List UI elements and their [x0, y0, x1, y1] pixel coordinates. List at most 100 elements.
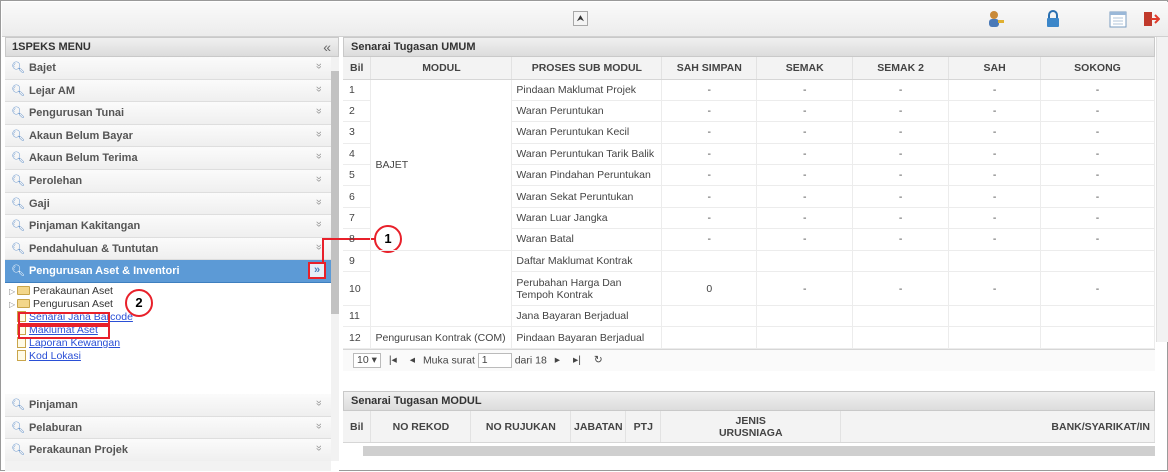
- cell-sah-simpan: -: [661, 228, 758, 251]
- lock-icon[interactable]: [1044, 10, 1062, 28]
- cell-sokong: [1040, 305, 1155, 328]
- cell-semak: -: [756, 185, 854, 208]
- sidebar-item-perakaunan-projek[interactable]: 🔍︎ Perakaunan Projek «: [5, 439, 331, 462]
- next-page-icon[interactable]: ▸: [555, 354, 560, 366]
- page-input[interactable]: 1: [477, 352, 512, 368]
- logout-icon[interactable]: [1142, 10, 1160, 28]
- table-row[interactable]: 9 Daftar Maklumat Kontrak: [343, 250, 1155, 328]
- modul-table: Bil NO REKOD NO RUJUKAN JABATAN PTJ JENI…: [343, 410, 1155, 444]
- collapse-header-button[interactable]: ⮝: [573, 11, 588, 26]
- search-icon: 🔍︎: [11, 62, 25, 74]
- col-jenis-urusniaga[interactable]: JENIS URUSNIAGA: [660, 410, 842, 444]
- cell-semak: -: [756, 207, 854, 230]
- cell-sah-simpan: -: [661, 185, 758, 208]
- expand-chevron-icon[interactable]: «: [313, 445, 325, 451]
- sidebar-item-label: Pengurusan Aset & Inventori: [28, 265, 180, 278]
- cell-proses: Waran Pindahan Peruntukan: [511, 164, 663, 187]
- cell-proses: Pindaan Maklumat Projek: [511, 79, 663, 101]
- cell-modul: Pengurusan Kontrak (COM): [370, 326, 513, 349]
- sidebar-item-akaun-belum-terima[interactable]: 🔍︎ Akaun Belum Terima «: [5, 147, 331, 170]
- collapse-sidebar-icon[interactable]: «: [323, 39, 331, 55]
- table-row[interactable]: 12 Pengurusan Kontrak (COM) Pindaan Bayara…: [343, 326, 1155, 349]
- cell-semak2: -: [852, 100, 950, 123]
- expand-chevron-icon[interactable]: «: [313, 199, 325, 205]
- col-ptj[interactable]: PTJ: [625, 410, 662, 444]
- expand-chevron-icon[interactable]: «: [313, 400, 325, 406]
- tree-folder-pengurusan-aset[interactable]: ▷ Pengurusan Aset: [9, 298, 327, 311]
- sidebar-item-label: Pinjaman Kakitangan: [28, 220, 141, 233]
- modul-hscrollbar[interactable]: [363, 446, 1155, 456]
- col-sokong[interactable]: SOKONG: [1040, 57, 1155, 80]
- user-key-icon[interactable]: [987, 10, 1005, 28]
- cell-sokong: -: [1040, 207, 1155, 230]
- table-row[interactable]: 1 BAJET Pindaan Maklumat Projek - - - - -: [343, 79, 1155, 251]
- sidebar-item-pinjaman[interactable]: 🔍︎ Pinjaman «: [5, 393, 331, 417]
- sidebar-item-pengurusan-tunai[interactable]: 🔍︎ Pengurusan Tunai «: [5, 102, 331, 125]
- search-icon: 🔍︎: [11, 152, 25, 165]
- col-semak[interactable]: SEMAK: [756, 57, 854, 80]
- cell-semak2: -: [852, 185, 950, 208]
- sidebar-hscrollbar[interactable]: [5, 461, 331, 471]
- expand-chevron-icon[interactable]: «: [313, 422, 325, 428]
- sidebar-item-akaun-belum-bayar[interactable]: 🔍︎ Akaun Belum Bayar «: [5, 124, 331, 148]
- cell-proses: Waran Batal: [511, 228, 663, 251]
- cell-sokong: -: [1040, 228, 1155, 251]
- col-jenis-line2: URUSNIAGA: [718, 426, 783, 439]
- col-bil[interactable]: Bil: [343, 57, 372, 80]
- cell-modul: [370, 250, 513, 328]
- col-sah-simpan[interactable]: SAH SIMPAN: [661, 57, 758, 80]
- col-semak2[interactable]: SEMAK 2: [852, 57, 950, 80]
- col-no-rujukan[interactable]: NO RUJUKAN: [470, 410, 572, 444]
- sidebar-item-pengurusan-aset-inventori[interactable]: 🔍︎ Pengurusan Aset & Inventori »: [5, 260, 331, 283]
- col-no-rekod[interactable]: NO REKOD: [370, 410, 472, 444]
- sidebar-item-label: Pengurusan Tunai: [28, 107, 125, 120]
- first-page-icon[interactable]: |◂: [389, 354, 397, 366]
- cell-bil: 4: [343, 143, 372, 166]
- cell-bil: 1: [343, 79, 372, 101]
- col-jabatan[interactable]: JABATAN: [570, 410, 627, 444]
- sidebar-item-pelaburan[interactable]: 🔍︎ Pelaburan «: [5, 416, 331, 440]
- cell-sah: -: [948, 79, 1042, 101]
- page-size-select[interactable]: 10 ▾: [353, 352, 381, 368]
- page-size-value: 10: [357, 353, 369, 366]
- expand-chevron-icon[interactable]: «: [313, 86, 325, 92]
- col-bank-syarikat[interactable]: BANK/SYARIKAT/IN: [840, 410, 1155, 444]
- cell-proses: Waran Luar Jangka: [511, 207, 663, 230]
- expand-chevron-icon[interactable]: «: [313, 176, 325, 182]
- col-proses[interactable]: PROSES SUB MODUL: [511, 57, 663, 80]
- cell-sokong: -: [1040, 164, 1155, 187]
- expand-chevron-icon[interactable]: «: [313, 153, 325, 159]
- tree-leaf-kod-lokasi[interactable]: Kod Lokasi: [9, 349, 327, 363]
- sidebar-scroll-thumb[interactable]: [331, 71, 339, 314]
- tree-link[interactable]: Kod Lokasi: [29, 350, 81, 362]
- col-bil[interactable]: Bil: [343, 410, 372, 444]
- cell-semak2: -: [852, 79, 950, 101]
- cell-sokong: -: [1040, 121, 1155, 144]
- cell-sah: [948, 250, 1042, 273]
- expand-chevron-icon[interactable]: «: [313, 131, 325, 137]
- search-icon: 🔍︎: [11, 174, 25, 187]
- cell-bil: 9: [343, 250, 372, 273]
- last-page-icon[interactable]: ▸|: [573, 354, 581, 366]
- expand-chevron-icon[interactable]: «: [313, 63, 325, 69]
- cell-semak2: [852, 326, 950, 349]
- col-modul[interactable]: MODUL: [370, 57, 513, 80]
- sidebar-item-lejar-am[interactable]: 🔍︎ Lejar AM «: [5, 79, 331, 103]
- umum-panel-title: Senarai Tugasan UMUM: [343, 37, 1155, 57]
- expand-arrow-icon[interactable]: ▷: [9, 285, 17, 298]
- calendar-icon[interactable]: [1109, 10, 1127, 28]
- refresh-icon[interactable]: ↻: [594, 354, 603, 366]
- expand-arrow-icon[interactable]: ▷: [9, 298, 17, 311]
- sidebar-item-pendahuluan-tuntutan[interactable]: 🔍︎ Pendahuluan & Tuntutan «: [5, 237, 331, 261]
- expand-chevron-icon[interactable]: «: [313, 221, 325, 227]
- sidebar-item-perolehan[interactable]: 🔍︎ Perolehan «: [5, 169, 331, 193]
- sidebar-item-gaji[interactable]: 🔍︎ Gaji «: [5, 192, 331, 216]
- cell-semak2: -: [852, 164, 950, 187]
- col-sah[interactable]: SAH: [948, 57, 1042, 80]
- main-vscrollbar[interactable]: [1156, 37, 1168, 342]
- sidebar-item-pinjaman-kakitangan[interactable]: 🔍︎ Pinjaman Kakitangan «: [5, 215, 331, 238]
- prev-page-icon[interactable]: ◂: [410, 354, 415, 366]
- expand-chevron-icon[interactable]: «: [313, 108, 325, 114]
- sidebar-item-bajet[interactable]: 🔍︎ Bajet «: [5, 57, 331, 80]
- tree-folder-perakaunan-aset[interactable]: ▷ Perakaunan Aset: [9, 285, 327, 298]
